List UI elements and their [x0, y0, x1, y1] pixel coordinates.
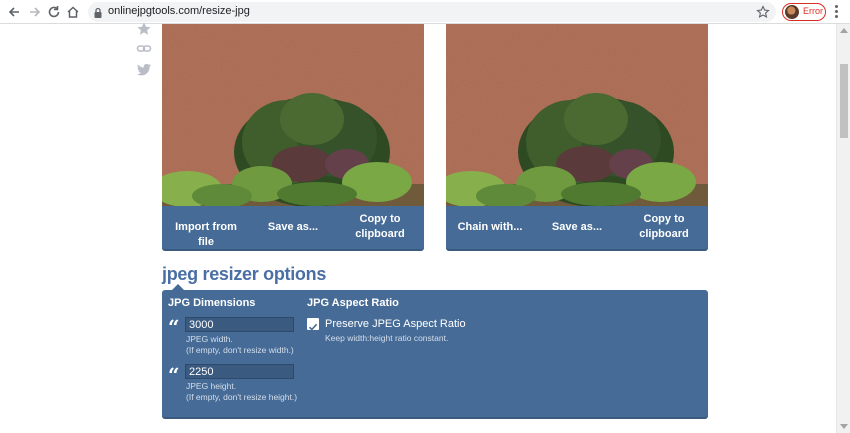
url-text[interactable]: onlinejpgtools.com/resize-jpg [108, 5, 250, 17]
input-image-preview [162, 24, 424, 206]
output-image-preview [446, 24, 708, 206]
aspect-ratio-title: JPG Aspect Ratio [307, 297, 399, 309]
jpeg-width-input[interactable] [185, 317, 294, 332]
scroll-thumb[interactable] [840, 64, 848, 138]
quote-icon: “ [168, 315, 180, 339]
avatar [785, 5, 799, 19]
copy-to-clipboard-button[interactable]: Copy to clipboard [350, 212, 410, 242]
save-as-button[interactable]: Save as... [264, 220, 322, 235]
options-heading: jpeg resizer options [162, 264, 327, 284]
plant-wall-image-resized [446, 24, 708, 206]
width-hint-line1: JPEG width. [186, 334, 233, 344]
import-from-file-button[interactable]: Import from file [170, 220, 242, 250]
jpeg-height-input[interactable] [185, 364, 294, 379]
menu-kebab-icon[interactable] [832, 4, 842, 20]
dimensions-title: JPG Dimensions [168, 297, 256, 309]
output-copy-to-clipboard-button[interactable]: Copy to clipboard [634, 212, 694, 242]
output-panel-toolbar: Chain with... Save as... Copy to clipboar… [446, 206, 708, 249]
input-panel-toolbar: Import from file Save as... Copy to clipb… [162, 206, 424, 249]
page-scrollbar[interactable] [836, 24, 850, 433]
plant-wall-image [162, 24, 424, 206]
input-image-panel: Import from file Save as... Copy to clipb… [162, 24, 424, 249]
forward-icon[interactable] [27, 4, 43, 20]
back-icon[interactable] [6, 4, 22, 20]
address-bar[interactable]: onlinejpgtools.com/resize-jpg [88, 2, 776, 22]
preserve-aspect-checkbox[interactable] [307, 318, 319, 331]
link-icon[interactable] [136, 41, 152, 57]
profile-error-button[interactable]: Error [782, 3, 826, 21]
height-hint-line1: JPEG height. [186, 381, 237, 391]
output-image-panel: Chain with... Save as... Copy to clipboar… [446, 24, 708, 249]
reload-icon[interactable] [46, 4, 62, 20]
output-save-as-button[interactable]: Save as... [548, 220, 606, 235]
scroll-up-arrow-icon[interactable] [840, 28, 848, 33]
quote-icon: “ [168, 363, 180, 387]
home-icon[interactable] [65, 4, 81, 20]
height-hint-line2: (If empty, don't resize height.) [186, 392, 298, 402]
preserve-aspect-label[interactable]: Preserve JPEG Aspect Ratio [325, 318, 466, 330]
preserve-aspect-hint: Keep width:height ratio constant. [325, 333, 449, 343]
favorite-star-icon[interactable] [136, 21, 152, 37]
options-panel: JPG Dimensions “ JPEG width. (If empty, … [162, 290, 708, 417]
lock-icon[interactable] [93, 6, 103, 24]
width-hint-line2: (If empty, don't resize width.) [186, 345, 294, 355]
checkmark-icon [308, 323, 318, 331]
browser-toolbar: onlinejpgtools.com/resize-jpg Error [0, 0, 850, 24]
profile-error-label: Error [803, 6, 823, 16]
twitter-icon[interactable] [136, 63, 152, 79]
scroll-down-arrow-icon[interactable] [840, 424, 848, 429]
bookmark-star-icon[interactable] [756, 5, 770, 24]
chain-with-button[interactable]: Chain with... [454, 220, 526, 235]
